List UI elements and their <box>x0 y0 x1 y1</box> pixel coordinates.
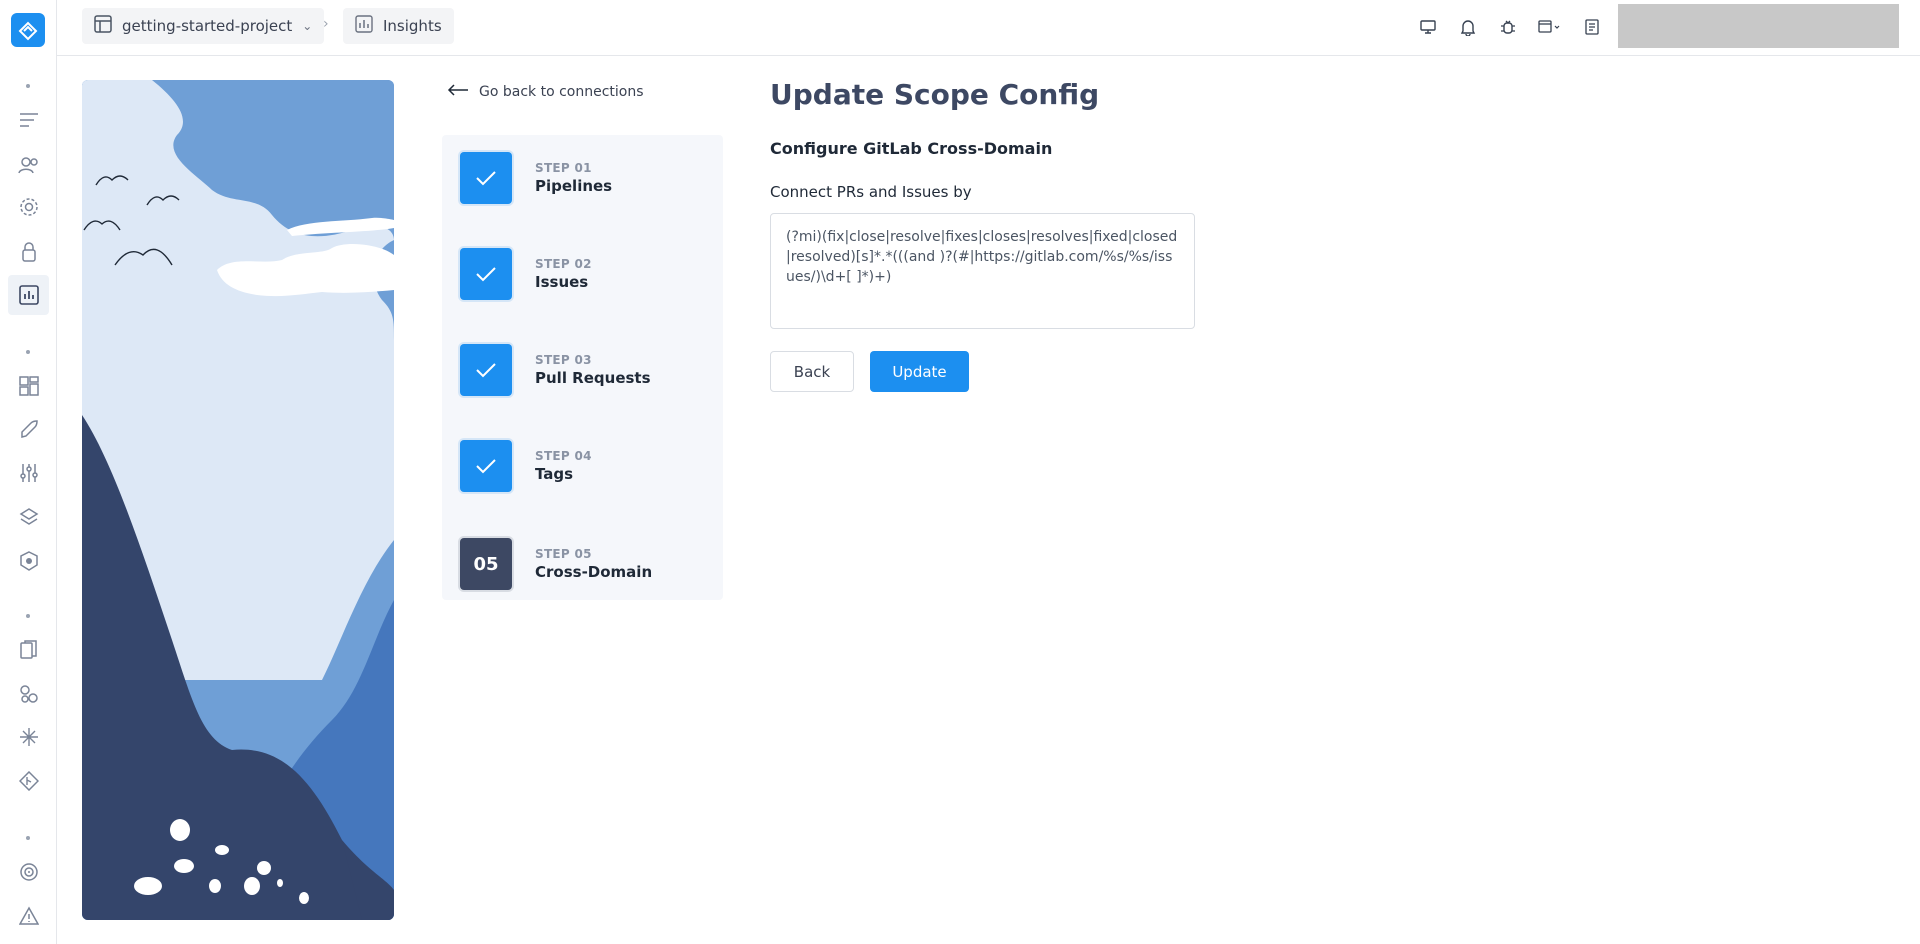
monitor-icon[interactable] <box>1418 17 1438 37</box>
step-name: Issues <box>535 273 589 291</box>
decorative-landscape-illustration <box>82 80 394 920</box>
breadcrumb-insights[interactable]: Insights <box>343 8 454 44</box>
documents-icon[interactable] <box>17 638 40 661</box>
helm-icon[interactable] <box>17 549 40 572</box>
window-menu-icon[interactable] <box>1538 17 1562 37</box>
step-number: STEP 02 <box>535 257 592 271</box>
breadcrumb-insights-label: Insights <box>383 17 442 35</box>
steps-panel: STEP 01 Pipelines STEP 02 Issues STEP 03… <box>442 135 723 600</box>
app-logo-icon[interactable] <box>11 13 45 47</box>
back-to-connections-label: Go back to connections <box>479 84 644 100</box>
bug-icon[interactable] <box>1498 17 1518 37</box>
step-number: STEP 04 <box>535 449 592 463</box>
step-tags[interactable]: STEP 04 Tags <box>460 440 592 492</box>
page-title: Update Scope Config <box>770 78 1100 111</box>
step-checkmark-icon <box>460 248 512 300</box>
step-number: STEP 01 <box>535 161 592 175</box>
users-icon[interactable] <box>17 153 40 176</box>
step-pull-requests[interactable]: STEP 03 Pull Requests <box>460 344 651 396</box>
nodes-icon[interactable] <box>17 725 40 748</box>
git-diamond-icon[interactable] <box>17 769 40 792</box>
warning-icon[interactable] <box>17 904 40 927</box>
connect-prs-issues-input[interactable]: (?mi)(fix|close|resolve|fixes|closes|res… <box>770 213 1195 329</box>
step-current-badge: 05 <box>460 538 512 590</box>
step-name: Cross-Domain <box>535 563 653 581</box>
project-selector[interactable]: getting-started-project ⌄ <box>82 8 325 44</box>
nav-divider-dot <box>26 836 30 840</box>
step-checkmark-icon <box>460 344 512 396</box>
bell-icon[interactable] <box>1458 17 1478 37</box>
dashboard-icon[interactable] <box>17 374 40 397</box>
step-issues[interactable]: STEP 02 Issues <box>460 248 592 300</box>
target-icon[interactable] <box>17 860 40 883</box>
step-number: STEP 05 <box>535 547 592 561</box>
insights-chart-icon[interactable] <box>8 275 49 315</box>
layers-icon[interactable] <box>17 505 40 528</box>
rocket-icon[interactable] <box>17 418 40 441</box>
sliders-icon[interactable] <box>17 461 40 484</box>
step-pipelines[interactable]: STEP 01 Pipelines <box>460 152 612 204</box>
form-header: Update Scope Config <box>770 78 1099 111</box>
step-cross-domain[interactable]: 05 STEP 05 Cross-Domain <box>460 538 652 590</box>
left-nav-rail <box>0 0 57 944</box>
nav-divider-dot <box>26 84 30 88</box>
gear-icon[interactable] <box>17 195 40 218</box>
document-icon[interactable] <box>1582 17 1602 37</box>
top-bar: getting-started-project ⌄ › Insights <box>57 0 1920 56</box>
lock-icon[interactable] <box>17 240 40 263</box>
user-account-redacted[interactable] <box>1618 4 1899 48</box>
form-subtitle: Configure GitLab Cross-Domain <box>770 139 1053 158</box>
breadcrumb-separator-icon: › <box>323 16 329 32</box>
step-name: Pull Requests <box>535 369 651 387</box>
update-button[interactable]: Update <box>870 351 969 392</box>
step-name: Pipelines <box>535 177 613 195</box>
project-name: getting-started-project <box>122 17 293 35</box>
project-table-icon <box>94 15 112 37</box>
back-to-connections-link[interactable]: Go back to connections <box>447 84 644 100</box>
step-number: STEP 03 <box>535 353 592 367</box>
chart-icon <box>355 15 373 37</box>
step-checkmark-icon <box>460 440 512 492</box>
back-button[interactable]: Back <box>770 351 854 392</box>
step-name: Tags <box>535 465 574 483</box>
list-icon[interactable] <box>17 108 40 131</box>
nav-divider-dot <box>26 614 30 618</box>
arrow-left-icon <box>447 84 469 100</box>
step-checkmark-icon <box>460 152 512 204</box>
connect-prs-issues-label: Connect PRs and Issues by <box>770 183 972 201</box>
shapes-icon[interactable] <box>17 682 40 705</box>
chevron-down-icon: ⌄ <box>302 19 313 33</box>
top-icons-group <box>1418 17 1622 37</box>
nav-divider-dot <box>26 350 30 354</box>
